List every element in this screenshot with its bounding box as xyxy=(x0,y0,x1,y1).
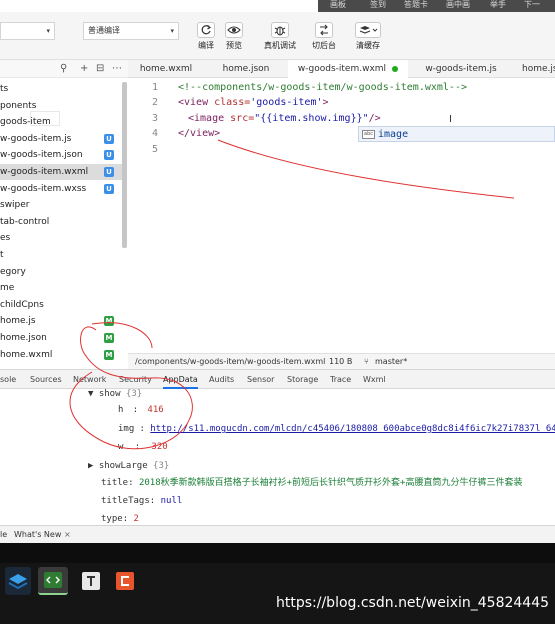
annotation-overlay xyxy=(69,139,515,450)
annotation-arc xyxy=(91,322,153,349)
annotation-underline xyxy=(217,139,515,199)
annotation-circle xyxy=(69,326,193,450)
